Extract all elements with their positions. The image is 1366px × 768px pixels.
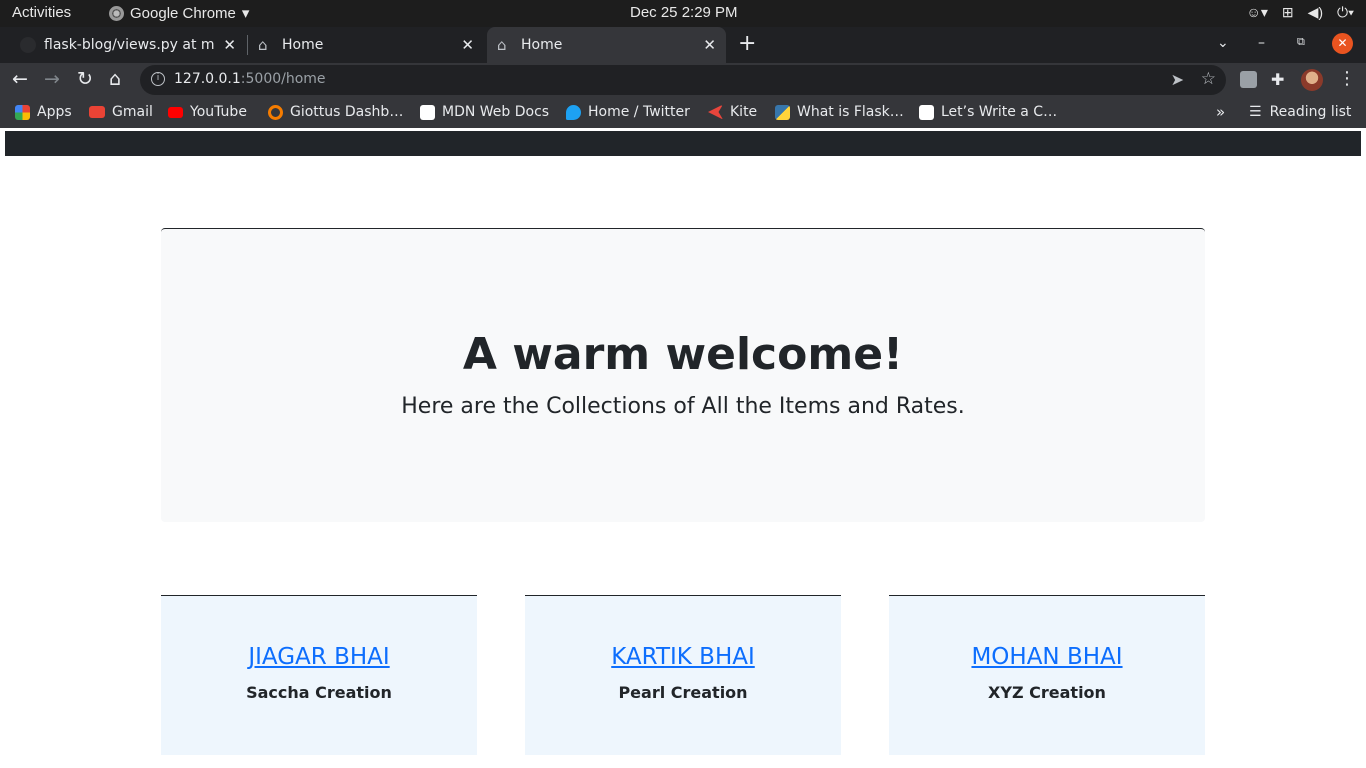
card-subtitle: Saccha Creation <box>246 683 392 702</box>
back-arrow-icon[interactable]: ← <box>12 68 28 90</box>
url-host: 127.0.0.1 <box>174 71 241 87</box>
reading-list-icon: ☰ <box>1249 104 1262 120</box>
card-subtitle: Pearl Creation <box>618 683 748 702</box>
minimize-button[interactable]: – <box>1258 35 1265 51</box>
avatar[interactable] <box>1301 69 1323 91</box>
collection-card: KARTIK BHAI Pearl Creation <box>525 595 841 755</box>
bookmark-mdn[interactable]: MDN Web Docs <box>420 104 549 120</box>
bookmark-kite[interactable]: Kite <box>708 104 757 120</box>
bookmark-label: Giottus Dashb… <box>290 104 404 120</box>
system-top-bar: Activities Google Chrome ▾ Dec 25 2:29 P… <box>0 0 1366 27</box>
more-bookmarks-icon[interactable]: » <box>1216 103 1225 121</box>
tab-home[interactable]: ⌂ Home ✕ <box>248 27 484 63</box>
card-link-mohan-bhai[interactable]: MOHAN BHAI <box>889 644 1205 670</box>
site-navbar <box>5 131 1361 156</box>
network-icon[interactable]: ⊞ <box>1282 4 1294 21</box>
activities-button[interactable]: Activities <box>12 4 71 21</box>
apps-grid-icon <box>15 104 30 120</box>
accessibility-icon[interactable]: ☺▾ <box>1247 4 1268 21</box>
bookmark-label: Let’s Write a C… <box>941 104 1058 120</box>
collection-card: MOHAN BHAI XYZ Creation <box>889 595 1205 755</box>
tab-strip: flask-blog/views.py at ma ✕ ⌂ Home ✕ ⌂ H… <box>0 27 1366 63</box>
bookmarks-bar: Apps Gmail YouTube Giottus Dashb… MDN We… <box>0 97 1366 128</box>
giottus-icon <box>268 104 283 120</box>
tab-title: Home <box>282 37 324 53</box>
home-icon: ⌂ <box>258 36 268 54</box>
bookmark-gmail[interactable]: Gmail <box>89 104 153 120</box>
gmail-icon <box>89 106 105 118</box>
puzzle-icon[interactable]: ✚ <box>1271 70 1284 89</box>
bookmark-label: YouTube <box>190 104 247 120</box>
close-window-button[interactable]: ✕ <box>1332 33 1353 54</box>
system-tray[interactable]: ☺▾ ⊞ ◀) ⏻▾ <box>1247 4 1354 21</box>
mdn-icon <box>420 104 435 120</box>
youtube-icon <box>168 106 183 118</box>
address-bar[interactable]: i 127.0.0.1:5000/home ➤ ☆ <box>140 65 1226 95</box>
bookmark-youtube[interactable]: YouTube <box>168 104 247 120</box>
collection-card: JIAGAR BHAI Saccha Creation <box>161 595 477 755</box>
bookmark-apps[interactable]: Apps <box>15 104 72 120</box>
page-title: A warm welcome! <box>462 329 904 380</box>
bookmark-flask[interactable]: What is Flask… <box>775 104 904 120</box>
page-viewport: A warm welcome! Here are the Collections… <box>0 128 1366 768</box>
welcome-jumbotron: A warm welcome! Here are the Collections… <box>161 228 1205 522</box>
card-subtitle: XYZ Creation <box>988 683 1106 702</box>
kite-icon <box>708 104 723 120</box>
python-icon <box>775 104 790 120</box>
tab-title: Home <box>521 37 563 53</box>
app-menu[interactable]: Google Chrome ▾ <box>109 4 249 22</box>
medium-icon <box>919 104 934 120</box>
browser-toolbar: ← → ↻ ⌂ i 127.0.0.1:5000/home ➤ ☆ ✚ ⋮ <box>0 63 1366 97</box>
bookmark-label: Home / Twitter <box>588 104 690 120</box>
volume-icon[interactable]: ◀) <box>1308 4 1323 21</box>
send-tab-icon[interactable]: ➤ <box>1171 70 1184 89</box>
bookmark-label: MDN Web Docs <box>442 104 550 120</box>
home-icon[interactable]: ⌂ <box>109 68 121 90</box>
reload-icon[interactable]: ↻ <box>77 68 93 90</box>
url-path: :5000/home <box>240 71 326 87</box>
bookmark-label: Apps <box>37 104 72 120</box>
home-icon: ⌂ <box>497 36 507 54</box>
chrome-icon <box>109 5 124 21</box>
menu-icon[interactable]: ⋮ <box>1338 68 1356 89</box>
close-tab-icon[interactable]: ✕ <box>223 36 236 54</box>
bookmark-medium[interactable]: Let’s Write a C… <box>919 104 1057 120</box>
tab-flask-blog[interactable]: flask-blog/views.py at ma ✕ <box>10 27 246 63</box>
github-icon <box>20 37 36 53</box>
clock[interactable]: Dec 25 2:29 PM <box>630 4 738 21</box>
bookmark-label: Gmail <box>112 104 153 120</box>
info-icon[interactable]: i <box>151 72 165 86</box>
reading-list-label: Reading list <box>1269 104 1352 120</box>
bookmark-label: What is Flask… <box>797 104 904 120</box>
url-text[interactable]: 127.0.0.1:5000/home <box>174 71 326 87</box>
card-link-kartik-bhai[interactable]: KARTIK BHAI <box>525 644 841 670</box>
caret-down-icon: ▾ <box>241 5 250 22</box>
bookmark-giottus[interactable]: Giottus Dashb… <box>268 104 403 120</box>
close-tab-icon[interactable]: ✕ <box>461 36 474 54</box>
twitter-icon <box>566 104 581 120</box>
extension-icon[interactable] <box>1240 71 1257 88</box>
card-link-jiagar-bhai[interactable]: JIAGAR BHAI <box>161 644 477 670</box>
reading-list-button[interactable]: ☰ Reading list <box>1249 104 1351 120</box>
close-tab-icon[interactable]: ✕ <box>703 36 716 54</box>
bookmark-star-icon[interactable]: ☆ <box>1201 69 1216 89</box>
app-name: Google Chrome <box>130 4 236 22</box>
power-icon[interactable]: ⏻▾ <box>1337 4 1354 21</box>
tab-title: flask-blog/views.py at ma <box>44 37 214 53</box>
bookmark-twitter[interactable]: Home / Twitter <box>566 104 690 120</box>
restore-button[interactable]: ⧉ <box>1297 35 1305 49</box>
forward-arrow-icon[interactable]: → <box>44 68 60 90</box>
bookmark-label: Kite <box>730 104 758 120</box>
tab-search-icon[interactable]: ⌄ <box>1217 35 1229 51</box>
page-subtitle: Here are the Collections of All the Item… <box>401 394 965 419</box>
new-tab-button[interactable]: + <box>738 31 756 56</box>
tab-home-active[interactable]: ⌂ Home ✕ <box>487 27 726 63</box>
